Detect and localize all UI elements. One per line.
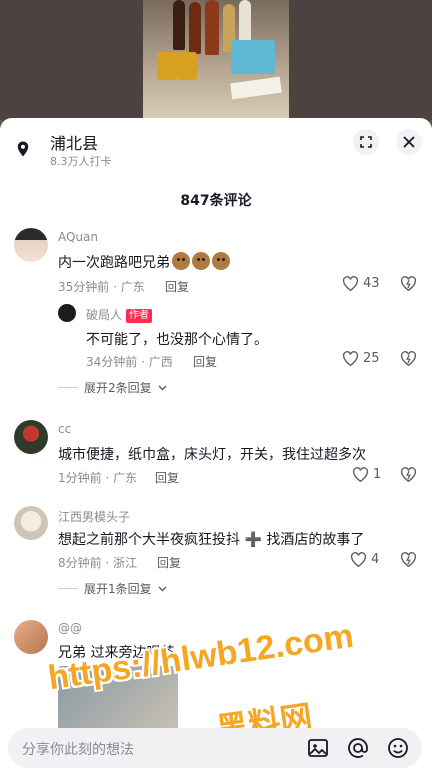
- video-thumbnail[interactable]: [143, 0, 289, 120]
- dislike-icon[interactable]: [400, 467, 417, 482]
- video-background: [0, 0, 432, 120]
- expand-icon: [360, 136, 372, 148]
- expand-button[interactable]: [353, 129, 379, 155]
- like-button[interactable]: 43: [342, 276, 380, 291]
- comment-text: 内一次跑路吧兄弟: [58, 252, 230, 272]
- cat-emoji-icon: [212, 252, 230, 270]
- reply-button[interactable]: 回复: [157, 554, 181, 571]
- comment-username[interactable]: cc: [58, 422, 71, 436]
- cat-emoji-icon: [192, 252, 210, 270]
- emoji-icon[interactable]: [386, 736, 410, 760]
- comment-text: 不可能了，也没那个心情了。: [86, 332, 268, 348]
- image-icon[interactable]: [306, 736, 330, 760]
- avatar[interactable]: [14, 620, 48, 654]
- like-button[interactable]: 25: [342, 351, 380, 366]
- expand-replies-button[interactable]: 展开2条回复: [58, 379, 167, 396]
- expand-replies-button[interactable]: 展开1条回复: [58, 580, 167, 597]
- like-count: 43: [363, 276, 380, 291]
- avatar[interactable]: [14, 506, 48, 540]
- author-badge: 作者: [126, 309, 153, 323]
- heart-icon: [342, 351, 359, 366]
- location-pin-icon: [17, 141, 29, 157]
- like-count: 25: [363, 351, 380, 366]
- comment-text: 想起之前那个大半夜疯狂投抖 ➕ 找酒店的故事了: [58, 532, 365, 548]
- avatar[interactable]: [58, 304, 76, 322]
- close-button[interactable]: [396, 129, 422, 155]
- comment-meta: 1分钟前 · 广东: [58, 471, 138, 485]
- like-count: 4: [371, 552, 380, 567]
- dislike-icon[interactable]: [400, 351, 417, 366]
- comment-username[interactable]: @@: [58, 621, 82, 635]
- location-subtitle: 8.3万人打卡: [50, 155, 112, 168]
- heart-icon: [342, 276, 359, 291]
- mention-icon[interactable]: [346, 736, 370, 760]
- avatar[interactable]: [14, 420, 48, 454]
- cat-emoji-icon: [172, 252, 190, 270]
- like-button[interactable]: 1: [352, 467, 381, 482]
- comment-text: 城市便捷，纸巾盒，床头灯，开关，我住过超多次: [58, 447, 366, 463]
- heart-icon: [350, 552, 367, 567]
- chevron-down-icon: [158, 586, 167, 591]
- close-icon: [403, 136, 415, 148]
- like-button[interactable]: 4: [350, 552, 379, 567]
- comment-meta: 34分钟前 · 广西: [86, 355, 173, 369]
- comment-input[interactable]: 分享你此刻的想法: [8, 728, 422, 768]
- reply-button[interactable]: 回复: [193, 353, 217, 370]
- comment-input-placeholder: 分享你此刻的想法: [22, 742, 134, 758]
- like-count: 1: [373, 467, 382, 482]
- heart-icon: [352, 467, 369, 482]
- dislike-icon[interactable]: [400, 552, 417, 567]
- avatar[interactable]: [14, 228, 48, 262]
- comment-meta: 35分钟前 · 广东: [58, 280, 145, 294]
- dislike-icon[interactable]: [400, 276, 417, 291]
- comment-count: 847条评论: [180, 193, 252, 209]
- comment-meta: 8分钟前 · 浙江: [58, 556, 138, 570]
- comment-username[interactable]: 江西男模头子: [58, 508, 130, 525]
- reply-button[interactable]: 回复: [155, 469, 179, 486]
- reply-button[interactable]: 回复: [165, 278, 189, 295]
- location-title: 浦北县: [50, 134, 99, 153]
- comment-username[interactable]: 破局人 作者: [86, 306, 153, 323]
- chevron-down-icon: [158, 385, 167, 390]
- comment-username[interactable]: AQuan: [58, 230, 98, 244]
